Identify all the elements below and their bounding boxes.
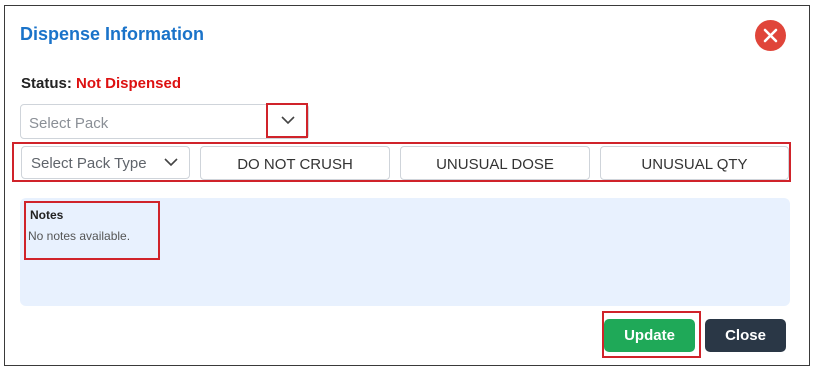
close-circle-icon [763, 28, 778, 43]
select-pack-type-placeholder: Select Pack Type [31, 155, 147, 172]
select-pack-placeholder: Select Pack [29, 115, 109, 132]
notes-text: No notes available. [28, 229, 131, 243]
status-line: Status: Not Dispensed [21, 75, 181, 92]
close-button[interactable]: Close [705, 319, 786, 352]
close-dialog-button[interactable] [755, 20, 786, 51]
dialog-title: Dispense Information [20, 24, 205, 44]
update-button[interactable]: Update [604, 319, 695, 352]
do-not-crush-button[interactable]: DO NOT CRUSH [200, 146, 390, 180]
select-pack-toggle[interactable] [266, 103, 308, 138]
chevron-down-icon [281, 116, 295, 125]
unusual-dose-button[interactable]: UNUSUAL DOSE [400, 146, 590, 180]
chevron-down-icon [164, 158, 178, 167]
unusual-qty-button[interactable]: UNUSUAL QTY [600, 146, 789, 180]
status-value: Not Dispensed [76, 75, 182, 92]
select-pack-type-dropdown[interactable]: Select Pack Type [21, 146, 190, 179]
notes-title: Notes [30, 208, 64, 222]
status-label: Status: [21, 75, 72, 92]
